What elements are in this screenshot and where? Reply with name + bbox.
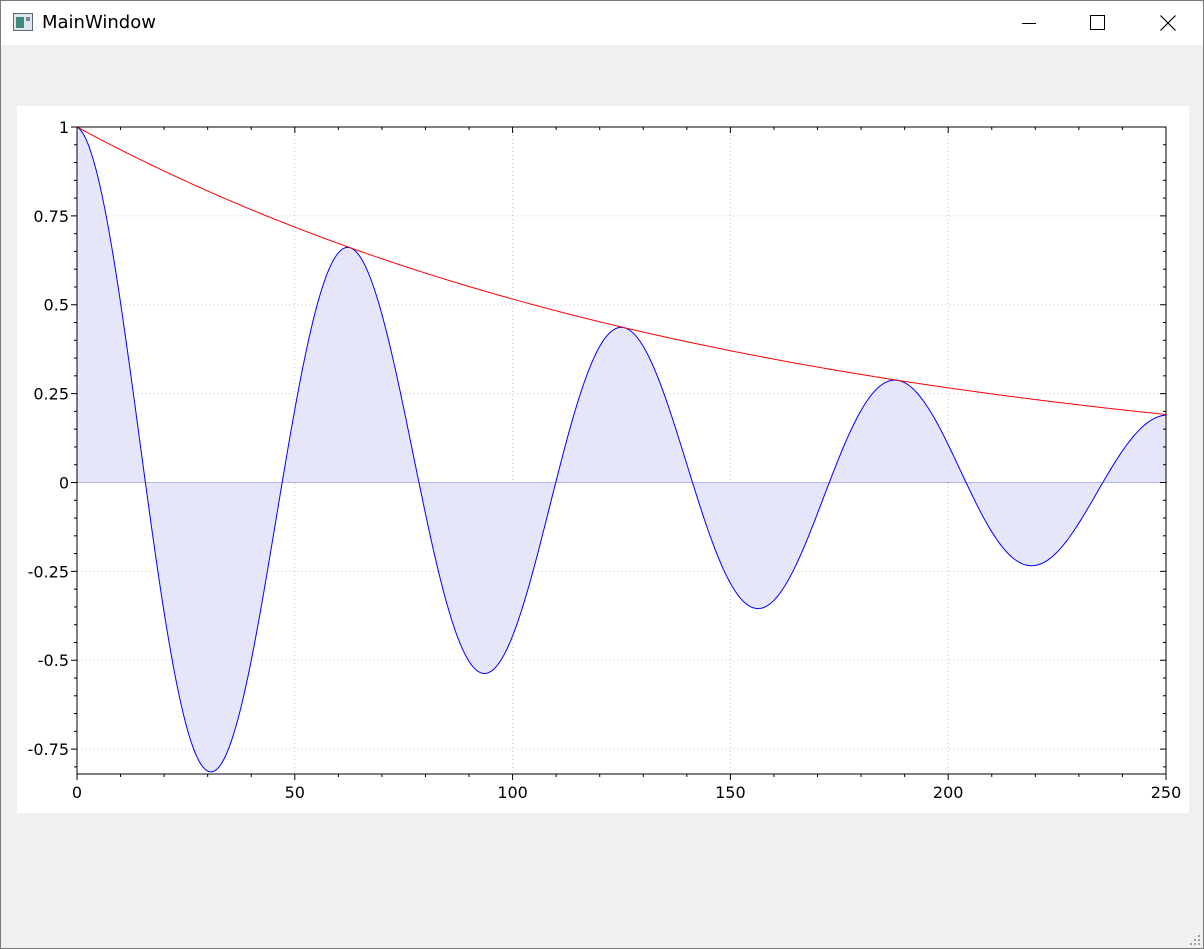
x-tick-label: 50 [285,783,305,802]
x-tick-label: 200 [933,783,964,802]
resize-grip-icon[interactable] [1189,934,1201,946]
y-tick-label: 1 [59,118,69,137]
close-button[interactable] [1133,1,1203,45]
plot-panel[interactable]: 0 50 100 150 200 250 1 0.75 0.5 0.25 0 -0.25 -0.5 -0.… [17,106,1189,813]
minimize-button[interactable] [994,1,1064,45]
oscillation-area [77,127,1166,772]
y-tick-label: 0.5 [44,296,69,315]
window-title: MainWindow [42,12,156,33]
x-tick-label: 100 [497,783,528,802]
y-tick-label: 0.75 [33,207,69,226]
chart-svg[interactable]: 0 50 100 150 200 250 1 0.75 0.5 0.25 0 -0.25 -0.5 -0.… [17,106,1189,813]
y-tick-label: 0 [59,473,69,492]
x-tick-label: 0 [72,783,82,802]
main-window: MainWindow 0 50 100 150 200 250 1 0.75 0.5 0.25 0 -… [0,0,1204,949]
y-tick-label: -0.75 [28,740,69,759]
app-window-icon [13,13,33,31]
minimize-icon [1022,23,1036,24]
y-tick-label: 0.25 [33,385,69,404]
close-icon [1160,15,1176,31]
y-tick-label: -0.5 [38,651,69,670]
y-tick-label: -0.25 [28,562,69,581]
x-tick-label: 150 [715,783,746,802]
x-tick-label: 250 [1151,783,1182,802]
title-bar[interactable]: MainWindow [1,1,1203,45]
maximize-icon [1090,15,1105,30]
maximize-button[interactable] [1063,1,1133,45]
